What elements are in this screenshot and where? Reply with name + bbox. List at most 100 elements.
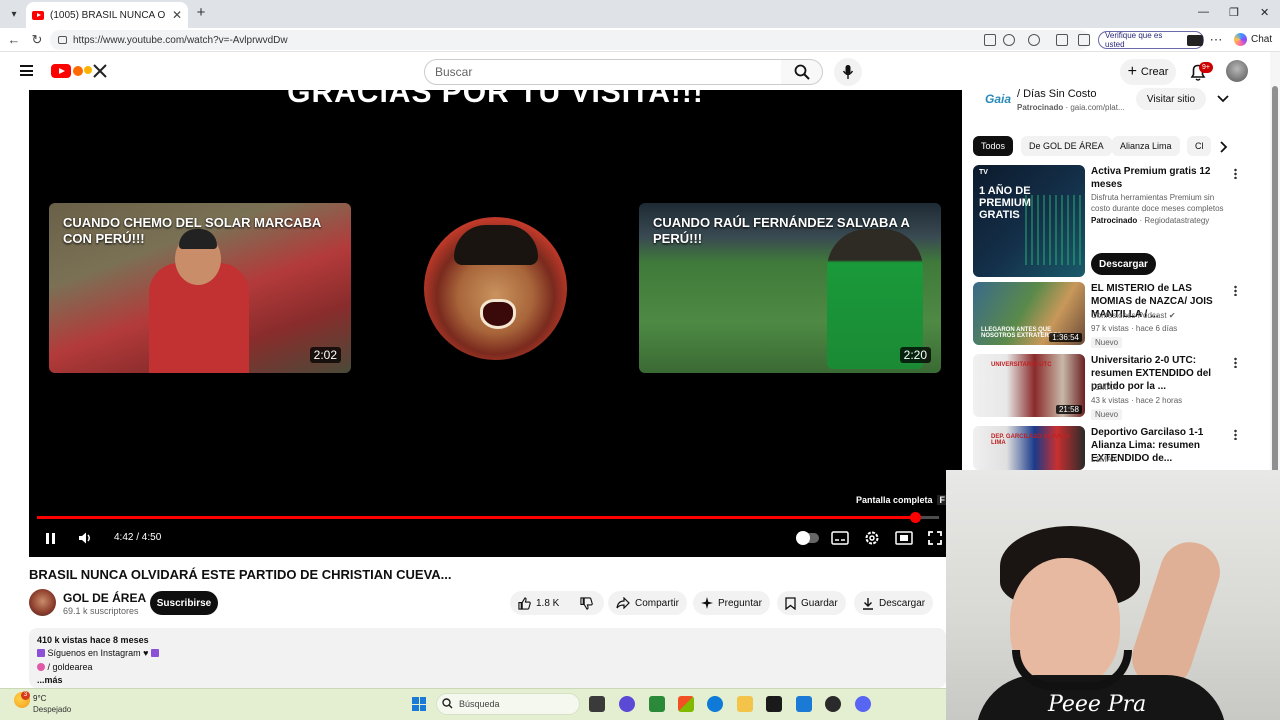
more-actions-icon[interactable]	[1234, 429, 1237, 440]
chip-channel[interactable]: De GOL DE ÁREA	[1021, 136, 1112, 156]
discord-icon[interactable]	[855, 696, 871, 712]
sparkle-icon	[701, 597, 713, 609]
taskbar-search-input[interactable]: Búsqueda	[436, 693, 580, 715]
end-screen-video-card-1[interactable]: CUANDO CHEMO DEL SOLAR MARCABA CON PERÚ!…	[49, 203, 351, 373]
subscriber-count: 69.1 k suscriptores	[63, 606, 139, 616]
back-icon[interactable]: ←	[6, 32, 22, 48]
ad-download-button[interactable]: Descargar	[1091, 253, 1156, 275]
progress-bar[interactable]	[37, 512, 939, 523]
extensions-icon[interactable]	[1028, 34, 1040, 46]
end-screen-video-card-2[interactable]: CUANDO RAÚL FERNÁNDEZ SALVABA A PERÚ!!! …	[639, 203, 941, 373]
more-menu-icon[interactable]: ⋯	[1208, 32, 1224, 48]
share-button[interactable]: Compartir	[608, 591, 687, 615]
ask-button[interactable]: Preguntar	[693, 591, 770, 615]
related-thumbnail[interactable]: LLEGARON ANTES QUE NOSOTROS EXTRATERRES …	[973, 282, 1085, 345]
store-icon[interactable]	[766, 696, 782, 712]
related-channel[interactable]: Confesiones Podcast ✔	[1091, 311, 1176, 320]
save-button[interactable]: Guardar	[777, 591, 846, 615]
mail-icon[interactable]	[796, 696, 812, 712]
description-box[interactable]	[29, 628, 946, 688]
new-tab-button[interactable]: +	[192, 4, 210, 22]
visit-site-button[interactable]: Visitar sitio	[1136, 88, 1206, 110]
subscribe-button[interactable]: Suscribirse	[150, 591, 218, 615]
youtube-header: Buscar + Crear	[0, 52, 1270, 90]
verified-icon: ✔	[1168, 311, 1176, 320]
weather-temperature[interactable]: 9°C	[33, 694, 46, 703]
url-field[interactable]: https://www.youtube.com/watch?v=-Avlprwv…	[50, 30, 1090, 50]
related-thumbnail[interactable]: UNIVERSITARIO UTC 21:58	[973, 354, 1085, 417]
maximize-icon[interactable]: ❐	[1229, 6, 1239, 19]
end-screen-channel-avatar[interactable]	[424, 217, 567, 360]
close-window-icon[interactable]: ✕	[1260, 6, 1269, 19]
edge-browser-icon[interactable]	[707, 696, 723, 712]
menu-icon[interactable]	[20, 65, 33, 76]
more-actions-icon[interactable]	[1234, 168, 1237, 179]
split-screen-icon[interactable]	[1056, 34, 1068, 46]
settings-gear-icon[interactable]	[864, 530, 880, 546]
verify-human-button[interactable]: Verifique que es usted	[1098, 31, 1204, 49]
autoplay-toggle[interactable]	[796, 531, 819, 545]
create-button[interactable]: + Crear	[1120, 59, 1176, 85]
app-available-icon[interactable]	[984, 34, 996, 46]
task-view-icon[interactable]	[589, 696, 605, 712]
pause-button[interactable]	[44, 530, 56, 546]
card-duration: 2:02	[309, 347, 341, 363]
ad-title[interactable]: Activa Premium gratis 12 meses	[1091, 165, 1229, 191]
file-explorer-icon[interactable]	[737, 696, 753, 712]
captcha-badge-icon	[1187, 34, 1203, 46]
plus-icon: +	[1127, 63, 1137, 80]
related-thumbnail[interactable]: DEP. GARCILASO ALIANZA LIMA	[973, 426, 1085, 470]
minimize-icon[interactable]: —	[1198, 6, 1209, 18]
download-button[interactable]: Descargar	[854, 591, 934, 615]
video-player[interactable]: GRACIAS POR TU VISITA!!! CUANDO CHEMO DE…	[29, 90, 962, 557]
chevron-right-icon[interactable]	[1220, 141, 1228, 153]
show-more-link[interactable]: ...más	[37, 675, 63, 685]
channel-avatar[interactable]	[29, 589, 56, 616]
chip-alianza-lima[interactable]: Alianza Lima	[1112, 136, 1180, 156]
related-channel[interactable]: L1MAX	[1091, 455, 1117, 464]
browser-tab[interactable]: (1005) BRASIL NUNCA OLVIDARÁ ✕	[26, 2, 188, 28]
favorite-star-icon[interactable]	[1003, 34, 1015, 46]
excel-icon[interactable]	[649, 696, 665, 712]
chip-partial[interactable]: Cl	[1187, 136, 1211, 156]
scrollbar-thumb[interactable]	[1272, 86, 1278, 476]
dislike-button[interactable]	[568, 591, 604, 615]
webcam-overlay: Peee Pra	[946, 470, 1280, 720]
subtitles-icon[interactable]	[831, 530, 849, 546]
account-avatar[interactable]	[1226, 60, 1248, 82]
copilot-app-icon[interactable]	[678, 696, 694, 712]
windows-start-icon[interactable]	[412, 697, 426, 711]
site-info-icon[interactable]	[58, 36, 67, 44]
card-title: CUANDO RAÚL FERNÁNDEZ SALVABA A PERÚ!!!	[653, 215, 910, 246]
app-icon[interactable]	[825, 696, 841, 712]
ad-thumbnail[interactable]: TV 1 AÑO DE PREMIUM GRATIS	[973, 165, 1085, 277]
chip-all[interactable]: Todos	[973, 136, 1014, 156]
teams-chat-icon[interactable]	[619, 696, 635, 712]
video-title: BRASIL NUNCA OLVIDARÁ ESTE PARTIDO DE CH…	[29, 567, 452, 582]
favorites-icon[interactable]	[1078, 34, 1090, 46]
more-actions-icon[interactable]	[1234, 357, 1237, 368]
tab-actions-icon[interactable]: ▾	[4, 4, 24, 24]
theater-mode-icon[interactable]	[895, 530, 913, 546]
fullscreen-icon[interactable]	[927, 530, 943, 546]
youtube-logo-icon[interactable]	[51, 64, 71, 78]
search-input[interactable]: Buscar	[424, 59, 782, 85]
chevron-down-icon[interactable]	[1217, 95, 1229, 103]
reload-icon[interactable]: ↻	[29, 32, 45, 48]
voice-search-button[interactable]	[834, 58, 862, 86]
close-tab-icon[interactable]: ✕	[172, 8, 182, 22]
scrubber-handle[interactable]	[909, 512, 921, 523]
download-icon	[863, 597, 873, 610]
like-button[interactable]: 1.8 K	[510, 591, 568, 615]
volume-icon[interactable]	[77, 530, 93, 546]
channel-name[interactable]: GOL DE ÁREA	[63, 591, 146, 605]
search-button[interactable]	[781, 59, 823, 85]
ad-sponsor: Patrocinado · Regiodatastrategy	[1091, 216, 1210, 225]
thumbnail-text: UNIVERSITARIO UTC	[991, 362, 1052, 368]
shirt-print: Peee Pra	[1048, 692, 1147, 717]
more-actions-icon[interactable]	[1234, 285, 1237, 296]
related-channel[interactable]: L1MAX	[1091, 383, 1117, 392]
doodle-logo-icon[interactable]	[72, 63, 108, 79]
copilot-chat-button[interactable]: Chat	[1234, 33, 1272, 46]
chart-graphic	[1025, 195, 1085, 265]
